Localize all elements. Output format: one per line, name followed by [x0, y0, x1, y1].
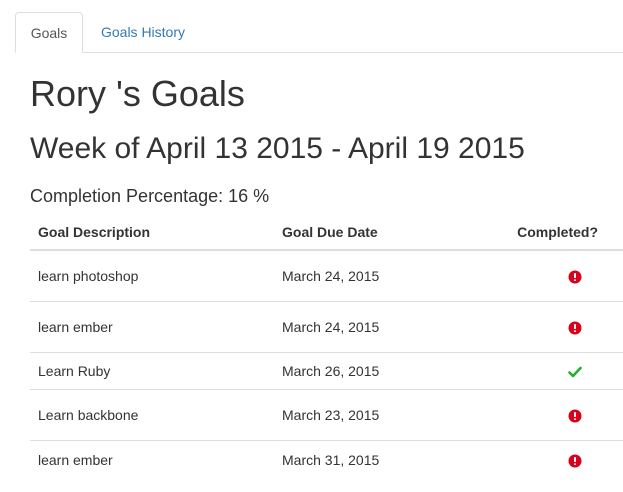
goal-description: Learn Ruby — [30, 351, 274, 389]
table-row: learn ember March 24, 2015 — [30, 300, 623, 352]
goal-status — [455, 351, 623, 389]
page-title: Rory 's Goals — [30, 73, 245, 114]
header-goal-due-date: Goal Due Date — [274, 214, 455, 251]
table-row: Learn backbone March 23, 2015 — [30, 388, 623, 440]
goal-due-date: March 31, 2015 — [274, 439, 455, 480]
tab-bar: Goals Goals History — [15, 12, 623, 53]
exclamation-circle-icon — [568, 270, 582, 284]
tab-goals[interactable]: Goals — [15, 12, 83, 53]
tab-goals-history[interactable]: Goals History — [85, 12, 201, 53]
header-completed: Completed? — [455, 214, 623, 251]
goal-due-date: March 24, 2015 — [282, 267, 380, 284]
goal-status — [455, 300, 623, 352]
goal-description: Learn backbone — [30, 388, 274, 440]
table-header-row: Goal Description Goal Due Date Completed… — [30, 214, 623, 251]
table-row: learn ember March 31, 2015 — [30, 439, 623, 480]
goals-page: Goals Goals History Rory 's Goals Week o… — [0, 0, 623, 492]
goal-description: learn ember — [30, 439, 274, 480]
goal-due-date: March 24, 2015 — [274, 300, 455, 352]
goal-status — [455, 250, 623, 301]
completion-percentage: Completion Percentage: 16 % — [30, 186, 270, 206]
exclamation-circle-icon — [568, 454, 582, 468]
exclamation-circle-icon — [568, 409, 582, 423]
goals-table: Goal Description Goal Due Date Completed… — [30, 214, 623, 480]
table-row: Learn Ruby March 26, 2015 — [30, 351, 623, 389]
week-heading: Week of April 13 2015 - April 19 2015 — [30, 132, 525, 165]
goal-status — [455, 388, 623, 440]
goal-due-date: March 26, 2015 — [274, 351, 455, 389]
goal-due-date: March 23, 2015 — [274, 388, 455, 440]
checkmark-icon — [568, 365, 582, 379]
header-goal-description: Goal Description — [30, 214, 274, 251]
goal-description: learn photoshop — [38, 267, 139, 284]
goal-status — [455, 439, 623, 480]
exclamation-circle-icon — [568, 321, 582, 335]
table-row: learn photoshop March 24, 2015 — [30, 250, 623, 301]
goal-description: learn ember — [30, 300, 274, 352]
